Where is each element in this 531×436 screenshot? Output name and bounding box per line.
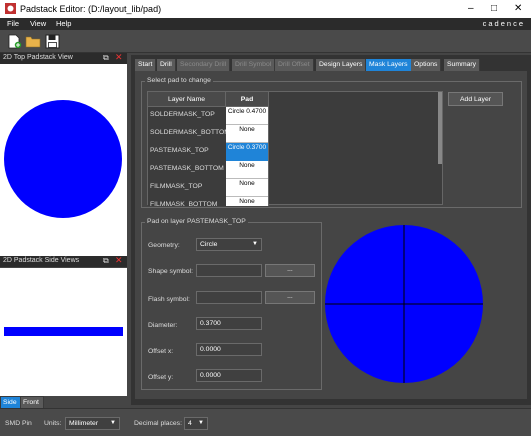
- flash-symbol-label: Flash symbol:: [148, 296, 190, 303]
- offset-y-input[interactable]: 0.0000: [196, 369, 262, 382]
- side-view-title: 2D Padstack Side Views: [3, 257, 80, 264]
- tab-options[interactable]: Options: [411, 59, 442, 71]
- float-icon[interactable]: ⧉: [103, 256, 109, 266]
- shape-symbol-input[interactable]: [196, 264, 262, 277]
- table-cell-pad-selected[interactable]: Circle 0.3700: [226, 143, 268, 161]
- shape-symbol-label: Shape symbol:: [148, 268, 193, 275]
- new-file-icon[interactable]: [7, 34, 22, 49]
- pad-preview-canvas: [325, 225, 483, 383]
- close-panel-icon[interactable]: ✕: [115, 255, 123, 266]
- status-bar: SMD Pin Units: Millimeter ▼ Decimal plac…: [0, 408, 531, 436]
- cadence-logo: cadence: [482, 19, 525, 28]
- layer-names: SOLDERMASK_TOP SOLDERMASK_BOTTOM PASTEMA…: [148, 107, 226, 206]
- window-title: Padstack Editor: (D:/layout_lib/pad): [20, 4, 162, 14]
- table-row-layer[interactable]: PASTEMASK_TOP: [150, 147, 226, 163]
- minimize-icon[interactable]: –: [468, 3, 474, 14]
- decimal-places-label: Decimal places:: [134, 420, 182, 427]
- table-row-layer[interactable]: PASTEMASK_BOTTOM: [150, 165, 226, 181]
- side-view-header: 2D Padstack Side Views ⧉ ✕: [0, 255, 127, 267]
- close-panel-icon[interactable]: ✕: [115, 52, 123, 63]
- chevron-down-icon: ▼: [110, 420, 116, 426]
- col-divider: [268, 92, 269, 206]
- pad-on-layer-title: Pad on layer PASTEMASK_TOP: [145, 218, 248, 225]
- geometry-select[interactable]: Circle ▼: [196, 238, 262, 251]
- table-row-layer[interactable]: FILMMASK_TOP: [150, 183, 226, 199]
- pad-preview: [325, 216, 527, 396]
- decimal-places-select[interactable]: 4 ▼: [184, 417, 208, 430]
- units-value: Millimeter: [69, 420, 99, 427]
- select-pad-title: Select pad to change: [145, 77, 213, 84]
- layer-table: Layer Name Pad SOLDERMASK_TOP SOLDERMASK…: [147, 91, 443, 206]
- tab-summary[interactable]: Summary: [444, 59, 481, 71]
- top-view-pad: [4, 100, 122, 218]
- table-cell-pad[interactable]: None: [226, 179, 268, 197]
- table-row-layer[interactable]: SOLDERMASK_TOP: [150, 111, 226, 127]
- side-tabs: Side Front: [0, 396, 44, 408]
- chevron-down-icon: ▼: [198, 420, 204, 426]
- table-row-layer[interactable]: FILMMASK_BOTTOM: [150, 201, 226, 206]
- tab-front[interactable]: Front: [21, 397, 43, 408]
- tab-side[interactable]: Side: [1, 397, 20, 408]
- maximize-icon[interactable]: □: [491, 3, 497, 14]
- title-bar: Padstack Editor: (D:/layout_lib/pad) – □…: [0, 0, 531, 18]
- app-icon: [5, 3, 16, 14]
- menu-file[interactable]: File: [7, 19, 19, 28]
- tab-drill-offset[interactable]: Drill Offset: [275, 59, 314, 71]
- side-view-canvas: [0, 268, 127, 396]
- offset-x-input[interactable]: 0.0000: [196, 343, 262, 356]
- col-pad: Pad: [226, 92, 268, 107]
- tab-design-layers[interactable]: Design Layers: [316, 59, 367, 71]
- top-view-header: 2D Top Padstack View ⧉ ✕: [0, 52, 127, 64]
- toolbar: [0, 30, 531, 53]
- tab-mask-layers[interactable]: Mask Layers: [366, 59, 412, 71]
- menu-view[interactable]: View: [30, 19, 46, 28]
- tab-secondary-drill[interactable]: Secondary Drill: [177, 59, 231, 71]
- flash-symbol-browse-button[interactable]: ...: [265, 291, 315, 304]
- decimal-places-value: 4: [188, 420, 192, 427]
- table-cell-pad[interactable]: Circle 0.4700: [226, 107, 268, 125]
- add-layer-button[interactable]: Add Layer: [448, 92, 503, 106]
- tab-drill-symbol[interactable]: Drill Symbol: [232, 59, 276, 71]
- side-view-pad: [4, 327, 123, 336]
- close-icon[interactable]: ✕: [514, 3, 522, 14]
- chevron-down-icon: ▼: [252, 241, 258, 247]
- shape-symbol-browse-button[interactable]: ...: [265, 264, 315, 277]
- table-cell-pad[interactable]: None: [226, 125, 268, 143]
- flash-symbol-input[interactable]: [196, 291, 262, 304]
- save-icon[interactable]: [45, 34, 60, 49]
- open-folder-icon[interactable]: [25, 34, 41, 49]
- geometry-value: Circle: [200, 241, 218, 248]
- pad-values: Circle 0.4700 None Circle 0.3700 None No…: [226, 107, 268, 206]
- diameter-input[interactable]: 0.3700: [196, 317, 262, 330]
- table-cell-pad[interactable]: None: [226, 197, 268, 206]
- geometry-label: Geometry:: [148, 242, 180, 249]
- offset-x-label: Offset x:: [148, 348, 174, 355]
- units-select[interactable]: Millimeter ▼: [65, 417, 120, 430]
- table-scrollbar[interactable]: [438, 92, 442, 164]
- menu-bar: File View Help cadence: [0, 18, 531, 30]
- top-view-canvas: [0, 64, 127, 256]
- pad-type-label: SMD Pin: [5, 420, 32, 427]
- offset-y-label: Offset y:: [148, 374, 174, 381]
- col-layer-name: Layer Name: [148, 92, 226, 107]
- menu-help[interactable]: Help: [56, 19, 71, 28]
- diameter-label: Diameter:: [148, 322, 178, 329]
- table-cell-pad[interactable]: None: [226, 161, 268, 179]
- units-label: Units:: [44, 420, 62, 427]
- top-view-title: 2D Top Padstack View: [3, 54, 73, 61]
- float-icon[interactable]: ⧉: [103, 53, 109, 63]
- tab-drill[interactable]: Drill: [157, 59, 176, 71]
- tab-start[interactable]: Start: [135, 59, 157, 71]
- table-row-layer[interactable]: SOLDERMASK_BOTTOM: [150, 129, 226, 145]
